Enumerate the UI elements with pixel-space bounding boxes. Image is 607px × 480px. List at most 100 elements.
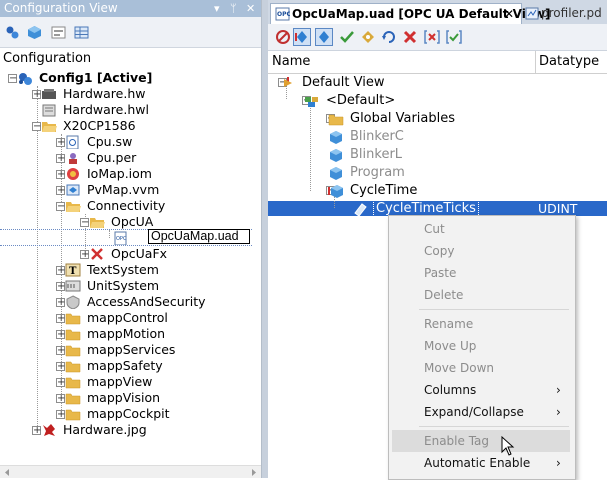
- menu-item-label: Copy: [424, 244, 455, 258]
- menu-item-paste[interactable]: Paste: [389, 262, 575, 284]
- tree-node[interactable]: + IoMap.iom: [0, 166, 261, 182]
- profiler-icon: [525, 7, 539, 20]
- tree-node[interactable]: + mappServices: [0, 342, 261, 358]
- tree-node[interactable]: + mappMotion: [0, 326, 261, 342]
- opcua-node[interactable]: BlinkerC: [268, 128, 607, 146]
- tree-node[interactable]: + mappSafety: [0, 358, 261, 374]
- opc-file-icon: OPC: [275, 7, 290, 21]
- check-bracket-icon[interactable]: [445, 28, 463, 46]
- menu-item-copy[interactable]: Copy: [389, 240, 575, 262]
- tree-node-label: Cpu.per: [87, 150, 137, 165]
- menu-item-rename[interactable]: Rename: [389, 313, 575, 335]
- expand-icon[interactable]: +: [56, 138, 65, 148]
- remove-bracket-icon[interactable]: [423, 28, 441, 46]
- disable-all-icon[interactable]: [274, 28, 292, 46]
- menu-item-move-down[interactable]: Move Down: [389, 357, 575, 379]
- table-view-icon[interactable]: [74, 25, 89, 40]
- expand-icon[interactable]: +: [32, 426, 41, 436]
- expand-icon[interactable]: +: [56, 186, 65, 196]
- menu-item-columns[interactable]: Columns ›: [389, 379, 575, 401]
- expand-icon[interactable]: +: [56, 266, 65, 276]
- opcua-node[interactable]: − Default View: [268, 74, 607, 92]
- diamond-icon[interactable]: [315, 28, 333, 46]
- menu-item-move-up[interactable]: Move Up: [389, 335, 575, 357]
- context-menu: Cut Copy Paste Delete Rename Move Up Move Down…: [388, 215, 576, 480]
- opcua-node-label: CycleTime: [350, 183, 418, 198]
- tree-node[interactable]: + Cpu.sw: [0, 134, 261, 150]
- logical-view-icon[interactable]: [51, 25, 66, 40]
- column-header-datatype[interactable]: Datatype: [539, 54, 599, 69]
- menu-item-label: Rename: [424, 317, 474, 331]
- tree-node[interactable]: + T TextSystem: [0, 262, 261, 278]
- expand-icon[interactable]: +: [56, 346, 65, 356]
- menu-separator: [419, 426, 569, 427]
- cube-icon[interactable]: [27, 25, 42, 40]
- expand-icon[interactable]: +: [56, 378, 65, 388]
- expand-icon[interactable]: +: [56, 410, 65, 420]
- tree-node[interactable]: + mappVision: [0, 390, 261, 406]
- menu-item-enable-tag[interactable]: Enable Tag: [389, 430, 575, 452]
- tree-node[interactable]: + Hardware.hw: [0, 86, 261, 102]
- expand-icon[interactable]: +: [56, 170, 65, 180]
- close-tab-icon[interactable]: ✕: [504, 4, 514, 24]
- tree-node[interactable]: + mappView: [0, 374, 261, 390]
- pin-icon[interactable]: ᛘ: [230, 0, 237, 17]
- expand-icon[interactable]: +: [32, 90, 41, 100]
- tree-node[interactable]: + mappControl: [0, 310, 261, 326]
- submenu-arrow-icon: ›: [556, 383, 561, 397]
- tree-node[interactable]: + OpcUaFx: [0, 246, 261, 262]
- tree-node[interactable]: + Cpu.per: [0, 150, 261, 166]
- collapse-icon[interactable]: −: [56, 202, 65, 212]
- collapse-icon[interactable]: −: [80, 218, 89, 228]
- tree-node[interactable]: − Config1 [Active]: [0, 70, 261, 86]
- tree-node[interactable]: + AccessAndSecurity: [0, 294, 261, 310]
- expand-icon[interactable]: +: [56, 330, 65, 340]
- menu-item-delete[interactable]: Delete: [389, 284, 575, 306]
- refresh-icon[interactable]: [380, 28, 398, 46]
- expand-icon[interactable]: +: [56, 154, 65, 164]
- expand-icon[interactable]: +: [80, 250, 89, 260]
- menu-item-expand-collapse[interactable]: Expand/Collapse ›: [389, 401, 575, 423]
- tree-node[interactable]: − X20CP1586: [0, 118, 261, 134]
- opcua-node[interactable]: −<Default>: [268, 92, 607, 110]
- collapse-icon[interactable]: −: [8, 74, 17, 84]
- horizontal-scrollbar[interactable]: [0, 465, 261, 478]
- tree-node[interactable]: − Connectivity: [0, 198, 261, 214]
- scroll-left-icon[interactable]: [3, 468, 11, 477]
- tree-node[interactable]: + Hardware.jpg: [0, 422, 261, 438]
- menu-item-cut[interactable]: Cut: [389, 218, 575, 240]
- scroll-right-icon[interactable]: [250, 468, 258, 477]
- tab-profiler[interactable]: profiler.pd: [523, 3, 607, 24]
- enable-tag-icon[interactable]: [293, 28, 311, 46]
- inherit-icon[interactable]: [359, 28, 377, 46]
- tree-node-label: mappServices: [87, 342, 176, 357]
- delete-icon[interactable]: [401, 28, 419, 46]
- tree-node-label: AccessAndSecurity: [87, 294, 206, 309]
- expand-icon[interactable]: +: [56, 314, 65, 324]
- expand-icon[interactable]: +: [56, 282, 65, 292]
- tree-node[interactable]: − OpcUA: [0, 214, 261, 230]
- opcua-node[interactable]: BlinkerL: [268, 146, 607, 164]
- panel-menu-icon[interactable]: ▾: [214, 0, 220, 17]
- menu-item-automatic-enable[interactable]: Automatic Enable ›: [389, 452, 575, 474]
- expand-icon[interactable]: +: [56, 298, 65, 308]
- editor-tab-bar: OPC OpcUaMap.uad [OPC UA Default View] ✕…: [268, 0, 607, 25]
- configuration-tree-icon[interactable]: [5, 25, 20, 40]
- datatype-cell[interactable]: UDINT: [538, 201, 577, 216]
- rename-input[interactable]: [148, 229, 250, 244]
- tree-node[interactable]: Hardware.hwl: [0, 102, 261, 118]
- checkmark-icon[interactable]: [338, 28, 356, 46]
- expand-icon[interactable]: +: [56, 362, 65, 372]
- tree-node[interactable]: + mappCockpit: [0, 406, 261, 422]
- column-header-name[interactable]: Name: [272, 54, 310, 69]
- tree-node[interactable]: + PvMap.vvm: [0, 182, 261, 198]
- close-icon[interactable]: ✕: [246, 0, 255, 17]
- tab-opcuamap[interactable]: OPC OpcUaMap.uad [OPC UA Default View] ✕: [270, 3, 551, 25]
- expand-icon[interactable]: +: [56, 394, 65, 404]
- opcua-node[interactable]: Program: [268, 164, 607, 182]
- column-separator[interactable]: [535, 51, 536, 73]
- opcua-node[interactable]: −CycleTime: [268, 182, 607, 200]
- opcua-node[interactable]: +Global Variables: [268, 110, 607, 128]
- collapse-icon[interactable]: −: [32, 122, 41, 132]
- tree-node[interactable]: + UnitSystem: [0, 278, 261, 294]
